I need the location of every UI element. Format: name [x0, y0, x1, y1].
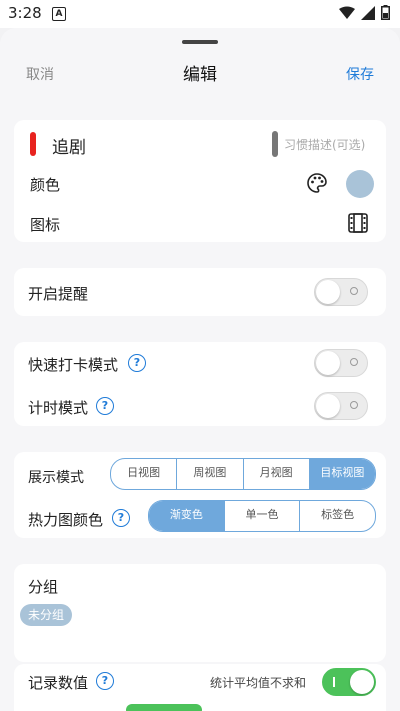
display-mode-week[interactable]: 周视图 — [177, 459, 244, 489]
heatmap-gradient[interactable]: 渐变色 — [149, 501, 225, 531]
display-card: 展示模式 日视图 周视图 月视图 目标视图 热力图颜色 ? 渐变色 单一色 标签… — [14, 452, 386, 538]
battery-icon — [381, 5, 390, 20]
status-bar: 3:28 A — [0, 0, 400, 28]
heatmap-color-segmented: 渐变色 单一色 标签色 — [148, 500, 376, 532]
timer-mode-toggle[interactable] — [314, 392, 368, 420]
quick-checkin-help-icon[interactable]: ? — [128, 354, 146, 372]
palette-icon[interactable] — [306, 172, 328, 194]
record-value-control[interactable] — [126, 704, 202, 711]
habit-basic-card: 追剧 习惯描述(可选) 颜色 图标 — [14, 120, 386, 242]
display-mode-label: 展示模式 — [28, 470, 84, 486]
page-title: 编辑 — [183, 65, 217, 85]
display-mode-goal[interactable]: 目标视图 — [309, 459, 375, 489]
group-label: 分组 — [28, 578, 59, 596]
record-value-help-icon[interactable]: ? — [96, 672, 114, 690]
status-time: 3:28 — [8, 4, 42, 22]
status-icons — [339, 5, 390, 20]
average-label: 统计平均值不求和 — [210, 676, 307, 690]
heatmap-color-help-icon[interactable]: ? — [112, 509, 130, 527]
group-card: 分组 未分组 — [14, 564, 386, 662]
save-button[interactable]: 保存 — [346, 64, 374, 84]
selected-color-swatch[interactable] — [346, 170, 374, 198]
habit-name-input[interactable]: 追剧 — [52, 133, 86, 158]
display-mode-segmented: 日视图 周视图 月视图 目标视图 — [110, 458, 376, 490]
icon-label: 图标 — [30, 216, 61, 234]
reminder-card: 开启提醒 — [14, 268, 386, 316]
edit-sheet: 取消 编辑 保存 追剧 习惯描述(可选) 颜色 图标 开启提醒 快速打卡模式 ?… — [0, 28, 400, 711]
record-value-card: 记录数值 ? 统计平均值不求和 — [14, 664, 386, 711]
notification-icon: A — [52, 7, 66, 21]
quick-checkin-label: 快速打卡模式 — [28, 356, 119, 374]
record-value-label: 记录数值 — [28, 674, 89, 692]
signal-icon — [361, 5, 375, 20]
display-mode-month[interactable]: 月视图 — [244, 459, 310, 489]
wifi-icon — [339, 6, 355, 19]
habit-description-input[interactable]: 习惯描述(可选) — [284, 136, 365, 153]
reminder-label: 开启提醒 — [28, 285, 89, 303]
average-toggle[interactable] — [322, 668, 376, 696]
accent-color-bar — [30, 132, 36, 156]
timer-mode-label: 计时模式 — [28, 399, 89, 417]
film-icon[interactable] — [348, 213, 368, 233]
timer-mode-help-icon[interactable]: ? — [96, 397, 114, 415]
heatmap-single[interactable]: 单一色 — [225, 501, 301, 531]
text-cursor — [272, 131, 278, 157]
color-label: 颜色 — [30, 176, 61, 194]
heatmap-color-label: 热力图颜色 — [28, 511, 104, 529]
heatmap-tag[interactable]: 标签色 — [300, 501, 375, 531]
group-chip[interactable]: 未分组 — [20, 604, 73, 626]
drag-handle[interactable] — [182, 40, 218, 44]
reminder-toggle[interactable] — [314, 278, 368, 306]
mode-card: 快速打卡模式 ? 计时模式 ? — [14, 342, 386, 426]
display-mode-day[interactable]: 日视图 — [111, 459, 178, 489]
quick-checkin-toggle[interactable] — [314, 349, 368, 377]
